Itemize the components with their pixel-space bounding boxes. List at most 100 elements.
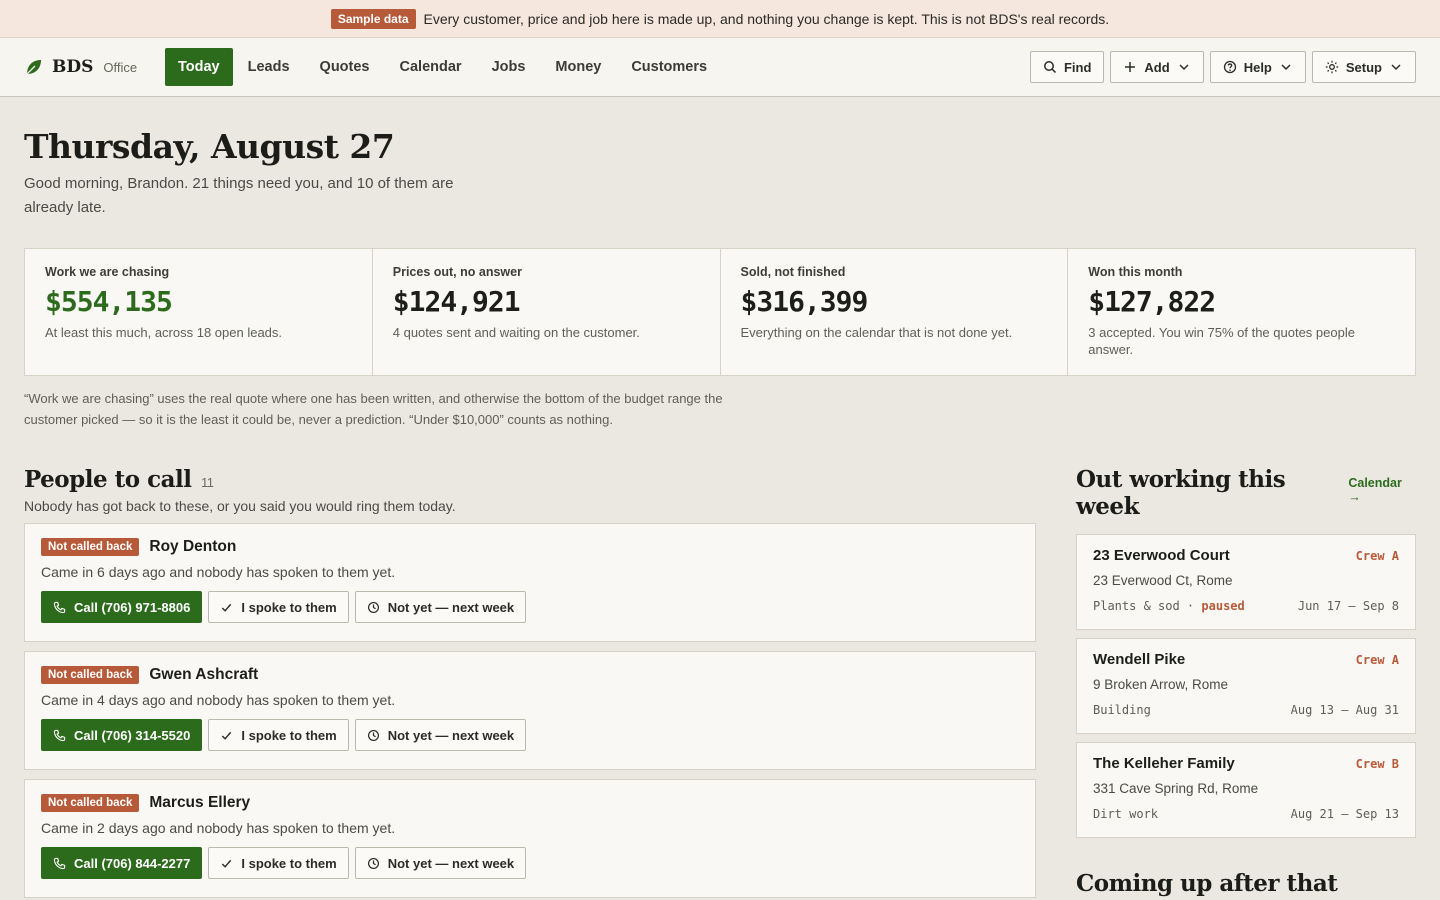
nav-today[interactable]: Today <box>165 48 233 86</box>
call-button[interactable]: Call (706) 844-2277 <box>41 847 203 879</box>
job-dates: Aug 21 – Sep 13 <box>1290 807 1399 821</box>
snooze-label: Not yet — next week <box>387 599 515 615</box>
people-subtitle: Nobody has got back to these, or you sai… <box>24 498 456 514</box>
call-label: Call (706) 971-8806 <box>74 599 191 615</box>
snooze-button[interactable]: Not yet — next week <box>354 847 527 879</box>
stat-value: $127,822 <box>1088 285 1216 318</box>
clock-icon <box>367 601 379 613</box>
snooze-button[interactable]: Not yet — next week <box>354 719 527 751</box>
job-address: 9 Broken Arrow, Rome <box>1093 677 1229 692</box>
plus-icon <box>1125 62 1136 72</box>
stat-label: Work we are chasing <box>45 265 170 279</box>
nav-links: Today Leads Quotes Calendar Jobs Money C… <box>165 38 722 96</box>
spoke-label: I spoke to them <box>241 599 337 615</box>
crew-label: Crew B <box>1355 756 1399 771</box>
crew-label: Crew A <box>1355 652 1399 667</box>
call-button[interactable]: Call (706) 971-8806 <box>41 591 203 623</box>
nav-leads[interactable]: Leads <box>233 48 305 86</box>
clock-icon <box>367 857 379 869</box>
person-name[interactable]: Marcus Ellery <box>149 794 250 812</box>
calendar-link[interactable]: Calendar → <box>1348 476 1416 504</box>
working-header: Out working this week Calendar → <box>1076 466 1416 520</box>
nav-jobs[interactable]: Jobs <box>477 48 541 86</box>
top-nav: BDS Office Today Leads Quotes Calendar J… <box>0 38 1440 97</box>
spoke-button[interactable]: I spoke to them <box>208 719 349 751</box>
job-kind: Plants & sod <box>1093 599 1180 613</box>
stat-desc: 3 accepted. You win 75% of the quotes pe… <box>1088 325 1355 357</box>
job-name: 23 Everwood Court <box>1093 547 1230 564</box>
sun-gear-icon <box>1325 60 1339 74</box>
stat-sold: Sold, not finished $316,399 Everything o… <box>721 249 1069 375</box>
person-note: Came in 6 days ago and nobody has spoken… <box>41 564 396 580</box>
phone-icon <box>53 729 66 741</box>
stat-label: Prices out, no answer <box>392 265 522 279</box>
sample-data-banner: Sample data Every customer, price and jo… <box>0 0 1440 38</box>
job-address: 331 Cave Spring Rd, Rome <box>1093 781 1259 796</box>
phone-icon <box>53 601 66 613</box>
job-kind: Dirt work <box>1093 807 1159 821</box>
people-count: 11 <box>200 475 214 490</box>
stat-desc: Everything on the calendar that is not d… <box>740 325 1013 340</box>
chevron-down-icon <box>1391 64 1401 71</box>
stat-value: $554,135 <box>45 285 173 318</box>
main-content: Thursday, August 27 Good morning, Brando… <box>0 127 1440 900</box>
status-badge: Not called back <box>41 538 140 556</box>
nav-money[interactable]: Money <box>540 48 616 86</box>
call-button[interactable]: Call (706) 314-5520 <box>41 719 203 751</box>
job-dates: Jun 17 – Sep 8 <box>1297 599 1399 613</box>
stat-chasing: Work we are chasing $554,135 At least th… <box>25 249 373 375</box>
brand[interactable]: BDS Office <box>24 57 165 77</box>
leaf-icon <box>26 60 41 75</box>
job-status: paused <box>1201 599 1245 613</box>
nav-quotes[interactable]: Quotes <box>305 48 385 86</box>
brand-sub: Office <box>103 59 138 75</box>
after-title: Coming up after that <box>1076 870 1338 897</box>
person-name[interactable]: Roy Denton <box>149 538 236 556</box>
job-name: Wendell Pike <box>1093 651 1186 668</box>
stat-prices-out: Prices out, no answer $124,921 4 quotes … <box>373 249 721 375</box>
clock-icon <box>367 729 379 741</box>
add-button[interactable]: Add <box>1110 51 1204 83</box>
brand-name: BDS <box>52 57 94 77</box>
find-button[interactable]: Find <box>1029 51 1105 83</box>
check-icon <box>222 603 232 612</box>
person-note: Came in 2 days ago and nobody has spoken… <box>41 820 396 836</box>
snooze-button[interactable]: Not yet — next week <box>354 591 527 623</box>
stat-label: Won this month <box>1088 265 1183 279</box>
person-card: Not called back Marcus Ellery Came in 2 … <box>24 779 1036 898</box>
job-address: 23 Everwood Ct, Rome <box>1093 573 1233 588</box>
job-name: The Kelleher Family <box>1093 755 1235 772</box>
job-dates: Aug 13 – Aug 31 <box>1290 703 1399 717</box>
columns: People to call 11 Nobody has got back to… <box>24 466 1416 900</box>
spoke-label: I spoke to them <box>241 727 337 743</box>
setup-label: Setup <box>1345 59 1382 75</box>
search-icon <box>1044 61 1057 74</box>
setup-button[interactable]: Setup <box>1311 51 1416 83</box>
nav-calendar[interactable]: Calendar <box>385 48 477 86</box>
job-card[interactable]: The Kelleher Family Crew B 331 Cave Spri… <box>1076 742 1416 838</box>
add-label: Add <box>1144 59 1170 75</box>
page-title: Thursday, August 27 <box>24 127 395 166</box>
stat-desc: 4 quotes sent and waiting on the custome… <box>392 325 640 340</box>
working-title: Out working this week <box>1076 466 1286 520</box>
greeting: Good morning, Brandon. 21 things need yo… <box>24 175 454 216</box>
call-label: Call (706) 844-2277 <box>74 855 191 871</box>
person-name[interactable]: Gwen Ashcraft <box>149 666 258 684</box>
spoke-button[interactable]: I spoke to them <box>208 847 349 879</box>
spoke-button[interactable]: I spoke to them <box>208 591 349 623</box>
banner-text: Every customer, price and job here is ma… <box>423 10 1110 27</box>
check-icon <box>222 731 232 740</box>
stat-won: Won this month $127,822 3 accepted. You … <box>1068 249 1415 375</box>
status-badge: Not called back <box>41 666 140 684</box>
help-button[interactable]: Help <box>1209 51 1306 83</box>
job-card[interactable]: Wendell Pike Crew A 9 Broken Arrow, Rome… <box>1076 638 1416 734</box>
nav-customers[interactable]: Customers <box>616 48 722 86</box>
spoke-label: I spoke to them <box>241 855 337 871</box>
chevron-down-icon <box>1281 64 1291 71</box>
stats-footnote: “Work we are chasing” uses the real quot… <box>24 391 723 427</box>
person-card: Not called back Gwen Ashcraft Came in 4 … <box>24 651 1036 770</box>
sample-data-tag: Sample data <box>330 8 416 29</box>
crew-label: Crew A <box>1355 548 1399 563</box>
job-card[interactable]: 23 Everwood Court Crew A 23 Everwood Ct,… <box>1076 534 1416 630</box>
check-icon <box>222 859 232 868</box>
